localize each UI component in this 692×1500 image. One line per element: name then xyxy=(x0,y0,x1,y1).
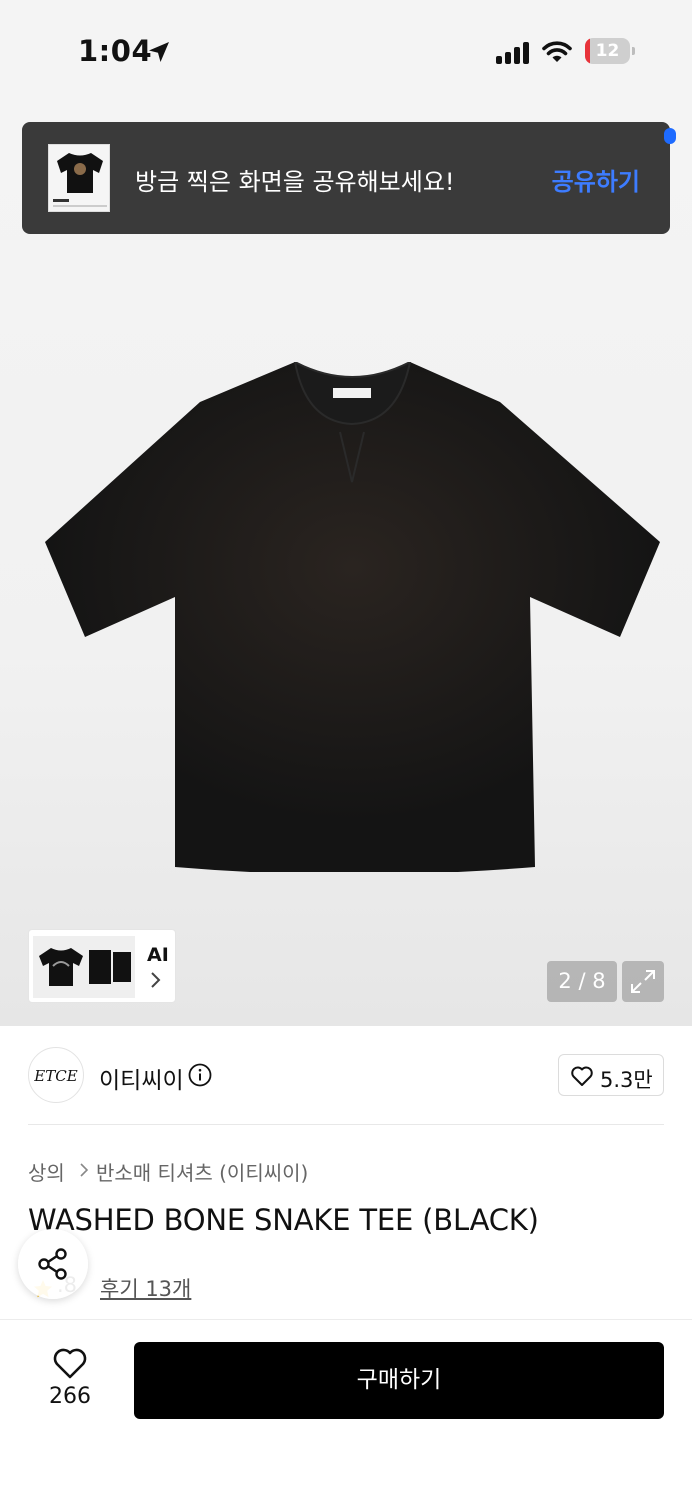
product-image-gallery[interactable] xyxy=(0,100,692,1026)
share-button[interactable]: 공유하기 xyxy=(552,162,640,197)
brand-like-count: 5.3만 xyxy=(600,1068,653,1092)
status-bar: 1:04 12 xyxy=(0,0,692,100)
ai-label: AI xyxy=(147,944,169,966)
brand-like-button[interactable]: 5.3만 xyxy=(558,1054,664,1096)
image-counter: 2 / 8 xyxy=(547,961,617,1002)
wish-count: 266 xyxy=(49,1384,91,1409)
share-fab-button[interactable] xyxy=(18,1229,88,1299)
cellular-signal-icon xyxy=(496,40,532,64)
brand-name[interactable]: 이티씨이 xyxy=(99,1061,184,1095)
toast-message: 방금 찍은 화면을 공유해보세요! xyxy=(135,168,455,196)
chevron-right-icon xyxy=(151,972,161,988)
info-icon[interactable] xyxy=(188,1063,212,1087)
status-time: 1:04 xyxy=(78,34,153,68)
battery-level: 12 xyxy=(595,41,620,61)
breadcrumb-category[interactable]: 상의 xyxy=(28,1157,65,1186)
battery-icon: 12 xyxy=(585,38,635,64)
ai-thumbnail xyxy=(111,936,135,998)
buy-button[interactable]: 구매하기 xyxy=(134,1342,664,1419)
notification-dot xyxy=(664,128,676,144)
location-arrow-icon xyxy=(149,42,169,62)
heart-icon[interactable] xyxy=(52,1346,88,1380)
heart-icon xyxy=(571,1066,593,1086)
chevron-right-icon xyxy=(80,1163,89,1177)
wifi-icon xyxy=(542,41,572,62)
ai-thumbnail xyxy=(33,936,89,998)
expand-icon xyxy=(631,970,655,993)
product-image xyxy=(45,362,660,872)
ai-similar-products[interactable]: AI xyxy=(28,929,176,1003)
expand-image-button[interactable] xyxy=(622,961,664,1002)
brand-logo[interactable]: ETCE xyxy=(28,1047,84,1103)
reviews-link[interactable]: 후기 13개 xyxy=(100,1273,191,1303)
breadcrumb-subcategory[interactable]: 반소매 티셔츠 (이티씨이) xyxy=(96,1157,308,1186)
divider xyxy=(28,1124,664,1125)
product-title: WASHED BONE SNAKE TEE (BLACK) xyxy=(28,1203,539,1237)
share-icon xyxy=(38,1248,67,1280)
screenshot-thumbnail[interactable] xyxy=(48,144,110,212)
share-screenshot-toast: 방금 찍은 화면을 공유해보세요! 공유하기 xyxy=(22,122,670,234)
